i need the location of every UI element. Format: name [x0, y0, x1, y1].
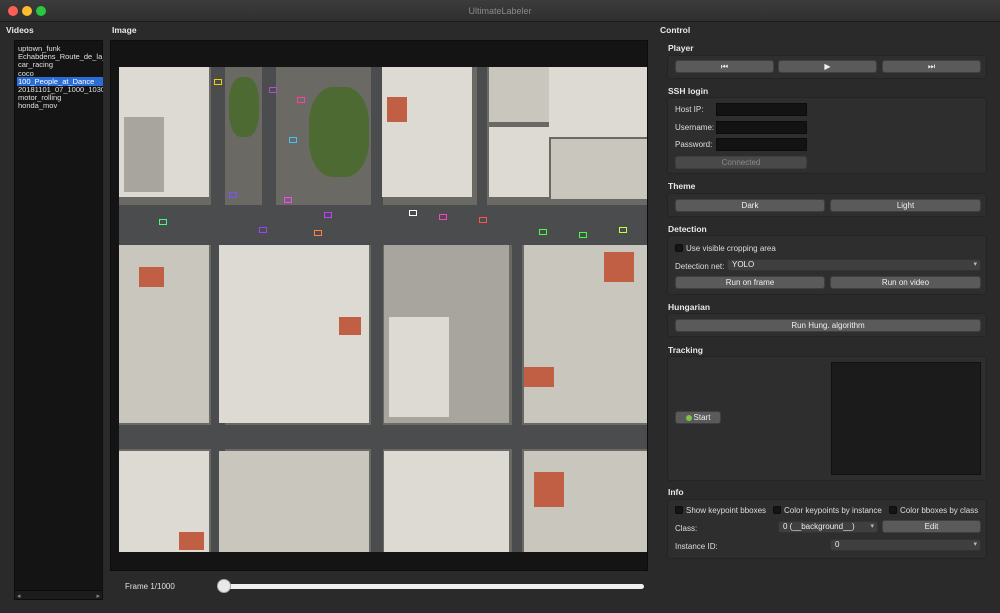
instance-id-select[interactable]: 0 ▾ [830, 539, 981, 551]
videos-list[interactable]: uptown_funk Echabdens_Route_de_la_C car_ra… [14, 40, 103, 600]
window-title: UltimateLabeler [468, 6, 532, 16]
title-bar: UltimateLabeler [0, 0, 1000, 22]
detection-heading: Detection [668, 224, 707, 234]
frame-counter: Frame 1/1000 [125, 582, 175, 591]
visible-crop-label: Use visible cropping area [686, 244, 776, 253]
image-heading: Image [112, 25, 137, 35]
videos-horizontal-scrollbar[interactable]: ◂ ▸ [15, 590, 102, 600]
detection-net-label: Detection net: [675, 262, 725, 271]
color-bboxes-label: Color bboxes by class [900, 506, 979, 515]
visible-crop-checkbox[interactable] [675, 244, 683, 252]
play-icon: ▶ [824, 62, 831, 71]
control-heading: Control [660, 25, 691, 35]
show-keypoint-bboxes-checkbox[interactable] [675, 506, 683, 514]
scroll-right-icon[interactable]: ▸ [96, 592, 100, 600]
class-value: 0 (__background__) [783, 522, 855, 531]
previous-frame-button[interactable]: ⏮ [675, 60, 774, 73]
next-frame-button[interactable]: ⏭ [882, 60, 981, 73]
run-hungarian-button[interactable]: Run Hung. algorithm [675, 319, 981, 332]
host-ip-input[interactable] [716, 103, 807, 116]
start-label: Start [693, 413, 711, 422]
class-label: Class: [675, 524, 698, 533]
hungarian-heading: Hungarian [668, 302, 711, 312]
username-input[interactable] [716, 121, 807, 134]
status-dot-icon [685, 414, 692, 421]
class-select[interactable]: 0 (__background__) ▾ [778, 521, 878, 533]
play-button[interactable]: ▶ [778, 60, 877, 73]
username-label: Username: [675, 123, 715, 132]
password-input[interactable] [716, 138, 807, 151]
frame-slider-handle[interactable] [217, 579, 231, 593]
show-keypoint-bboxes-label: Show keypoint bboxes [686, 506, 767, 515]
frame-slider[interactable] [221, 584, 644, 589]
tracking-preview [831, 362, 981, 475]
skip-forward-icon: ⏭ [927, 62, 936, 71]
chevron-down-icon: ▾ [973, 261, 977, 268]
aerial-video-frame[interactable] [119, 67, 647, 552]
color-keypoints-checkbox[interactable] [773, 506, 781, 514]
light-theme-button[interactable]: Light [830, 199, 981, 212]
ssh-heading: SSH login [668, 86, 709, 96]
chevron-down-icon: ▾ [973, 541, 977, 548]
run-on-frame-button[interactable]: Run on frame [675, 276, 825, 289]
host-ip-label: Host IP: [675, 105, 704, 114]
chevron-down-icon: ▾ [870, 523, 874, 530]
color-bboxes-checkbox[interactable] [889, 506, 897, 514]
videos-heading: Videos [6, 25, 34, 35]
tracking-heading: Tracking [668, 345, 703, 355]
skip-back-icon: ⏮ [720, 62, 729, 71]
connect-button[interactable]: Connected [675, 156, 807, 169]
theme-heading: Theme [668, 181, 696, 191]
info-heading: Info [668, 487, 684, 497]
edit-class-button[interactable]: Edit [882, 520, 981, 533]
dark-theme-button[interactable]: Dark [675, 199, 825, 212]
start-tracking-button[interactable]: Start [675, 411, 721, 424]
video-list-item[interactable]: honda_mov [17, 101, 103, 110]
player-heading: Player [668, 43, 694, 53]
run-on-video-button[interactable]: Run on video [830, 276, 981, 289]
detection-net-value: YOLO [732, 260, 755, 269]
instance-id-value: 0 [835, 540, 840, 549]
color-keypoints-label: Color keypoints by instance [784, 506, 882, 515]
password-label: Password: [675, 140, 713, 149]
detection-net-select[interactable]: YOLO ▾ [727, 259, 981, 271]
scroll-left-icon[interactable]: ◂ [17, 592, 21, 600]
instance-id-label: Instance ID: [675, 542, 718, 551]
